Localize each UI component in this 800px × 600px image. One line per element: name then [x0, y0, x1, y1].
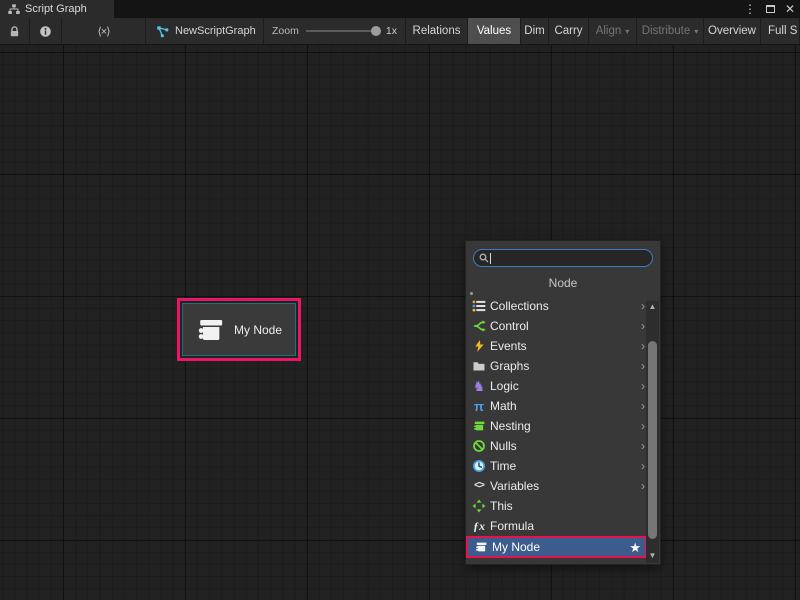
list-item-this[interactable]: This [466, 496, 660, 516]
values-button[interactable]: Values [468, 18, 521, 44]
fullscreen-button[interactable]: Full S [761, 18, 800, 44]
code-view-button[interactable]: ⟨×⟩ [62, 18, 146, 44]
toolbar: ⟨×⟩ NewScriptGraph Zoom 1x Relations Val… [0, 18, 800, 45]
chevron-right-icon: › [641, 360, 645, 372]
overview-button[interactable]: Overview [704, 18, 761, 44]
events-icon [471, 339, 487, 353]
list-item-logic[interactable]: ♞ Logic › [466, 376, 660, 396]
titlebar: Script Graph ⋮ ✕ [0, 0, 800, 18]
inspect-button[interactable] [30, 18, 62, 44]
scroll-down-icon[interactable]: ▼ [646, 550, 659, 562]
chevron-down-icon: ▾ [694, 27, 698, 36]
list-item-formula[interactable]: ƒx Formula [466, 516, 660, 536]
zoom-slider[interactable] [306, 25, 379, 37]
node-label: My Node [234, 323, 282, 337]
search-box[interactable] [473, 249, 653, 267]
list-item-collections[interactable]: Collections › [466, 296, 660, 316]
chevron-right-icon: › [641, 400, 645, 412]
graphs-icon [471, 359, 487, 373]
collections-icon [471, 299, 487, 313]
tab-script-graph[interactable]: Script Graph [0, 0, 114, 18]
search-input[interactable] [494, 251, 647, 265]
script-graph-asset-icon [156, 25, 169, 38]
chevron-right-icon: › [641, 480, 645, 492]
tab-label: Script Graph [25, 3, 87, 15]
list-item-time[interactable]: Time › [466, 456, 660, 476]
scrollbar-thumb[interactable] [648, 341, 657, 539]
list-item-variables[interactable]: <> Variables › [466, 476, 660, 496]
distribute-button[interactable]: Distribute ▾ [637, 18, 704, 44]
script-graph-window: Script Graph ⋮ ✕ ⟨×⟩ [0, 0, 800, 600]
this-icon [471, 499, 487, 513]
maximize-icon[interactable] [766, 5, 775, 13]
math-icon: π [471, 399, 487, 413]
unit-icon [196, 317, 226, 343]
chevron-right-icon: › [641, 300, 645, 312]
finder-list: Collections › Control › [466, 296, 660, 558]
chevron-right-icon: › [641, 460, 645, 472]
formula-icon: ƒx [471, 519, 487, 533]
zoom-control: Zoom 1x [264, 18, 406, 44]
chevron-right-icon: › [641, 380, 645, 392]
graph-node-my-node[interactable]: My Node [177, 298, 301, 361]
search-icon [479, 253, 489, 263]
list-item-control[interactable]: Control › [466, 316, 660, 336]
graph-hierarchy-icon [8, 4, 20, 15]
graph-canvas[interactable] [0, 45, 800, 600]
chevron-right-icon: › [641, 420, 645, 432]
list-item-graphs[interactable]: Graphs › [466, 356, 660, 376]
time-icon [471, 459, 487, 473]
zoom-label: Zoom [272, 25, 299, 37]
fuzzy-finder-popup: Node Collections › [465, 240, 661, 565]
info-icon [39, 25, 52, 38]
variables-icon: <> [471, 479, 487, 493]
list-item-math[interactable]: π Math › [466, 396, 660, 416]
control-icon [471, 319, 487, 333]
align-button[interactable]: Align ▾ [589, 18, 637, 44]
chevron-right-icon: › [641, 320, 645, 332]
dim-button[interactable]: Dim [521, 18, 549, 44]
graph-name-label: NewScriptGraph [175, 25, 256, 37]
chevron-right-icon: › [641, 340, 645, 352]
lock-button[interactable] [0, 18, 30, 44]
relations-button[interactable]: Relations [406, 18, 468, 44]
chevron-down-icon: ▾ [625, 27, 629, 36]
favorite-star-icon[interactable]: ★ [629, 541, 641, 554]
nulls-icon [471, 439, 487, 453]
carry-button[interactable]: Carry [549, 18, 589, 44]
lock-icon [8, 25, 21, 38]
nesting-icon [471, 419, 487, 433]
list-item-nesting[interactable]: Nesting › [466, 416, 660, 436]
list-item-my-node[interactable]: My Node ★ [466, 536, 647, 558]
finder-header: Node [466, 269, 660, 296]
text-caret [490, 253, 491, 264]
zoom-value: 1x [386, 25, 397, 37]
logic-icon: ♞ [471, 379, 487, 393]
graph-name-button[interactable]: NewScriptGraph [146, 18, 264, 44]
scroll-indicator-dot [470, 292, 473, 295]
list-item-nulls[interactable]: Nulls › [466, 436, 660, 456]
zoom-slider-handle[interactable] [371, 26, 381, 36]
scroll-up-icon[interactable]: ▲ [646, 301, 659, 313]
code-icon: ⟨×⟩ [97, 25, 109, 38]
list-item-events[interactable]: Events › [466, 336, 660, 356]
unit-icon [473, 540, 489, 554]
finder-scrollbar[interactable]: ▲ ▼ [646, 301, 659, 563]
zoom-slider-track[interactable] [306, 30, 379, 32]
window-menu-icon[interactable]: ⋮ [744, 0, 756, 18]
close-icon[interactable]: ✕ [785, 0, 795, 18]
chevron-right-icon: › [641, 440, 645, 452]
